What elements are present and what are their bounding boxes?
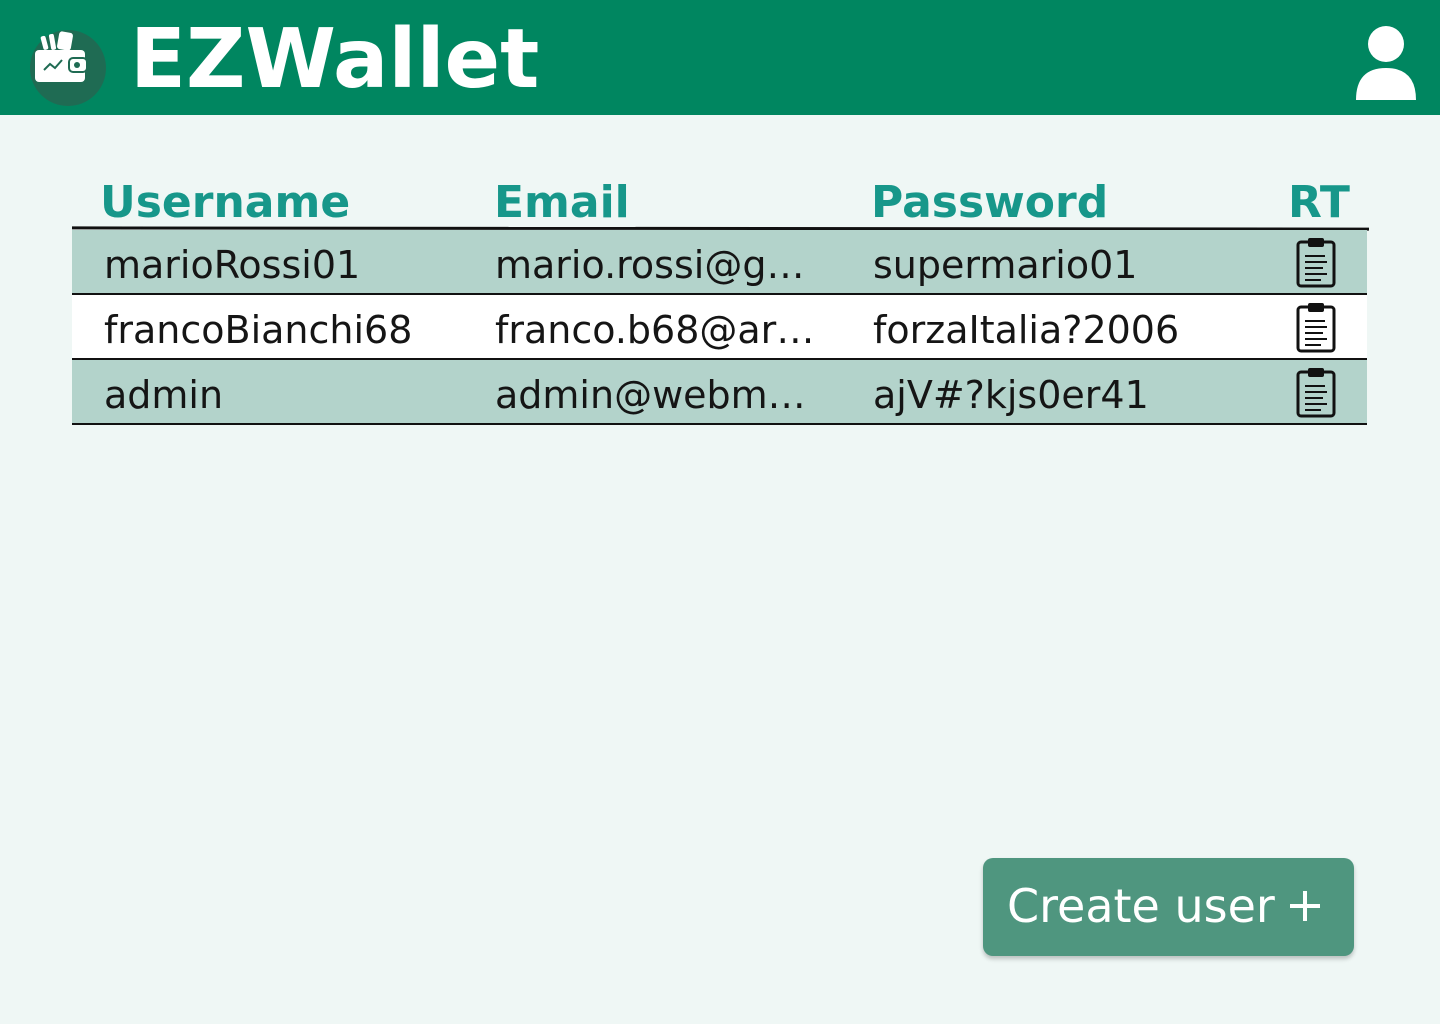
- password-cell: forzaItalia?2006: [873, 308, 1180, 352]
- clipboard-icon[interactable]: [1294, 236, 1344, 290]
- app-header: EZWallet: [0, 0, 1440, 115]
- username-cell: admin: [104, 373, 224, 417]
- clipboard-icon[interactable]: [1294, 301, 1344, 355]
- plus-icon: [1287, 888, 1323, 924]
- username-cell: francoBianchi68: [104, 308, 413, 352]
- create-user-label: Create user: [1007, 879, 1275, 933]
- users-table: Username Email Password RT marioRossi01 …: [71, 176, 1370, 425]
- user-profile-icon[interactable]: [1354, 24, 1418, 102]
- column-header-password: Password: [871, 177, 1109, 228]
- email-cell: admin@webma...: [495, 373, 825, 417]
- app-title: EZWallet: [130, 12, 540, 107]
- column-header-rt: RT: [1288, 177, 1350, 228]
- wallet-icon: [28, 26, 110, 112]
- column-header-email: Email: [494, 177, 630, 228]
- table-header: Username Email Password RT: [71, 176, 1370, 231]
- email-cell: franco.b68@aru...: [495, 308, 825, 352]
- username-cell: marioRossi01: [104, 243, 361, 287]
- password-cell: supermario01: [873, 243, 1138, 287]
- table-row[interactable]: francoBianchi68 franco.b68@aru... forzaI…: [72, 295, 1367, 360]
- table-row[interactable]: admin admin@webma... ajV#?kjs0er41: [72, 360, 1367, 425]
- column-header-username: Username: [100, 177, 351, 228]
- create-user-button[interactable]: Create user: [983, 858, 1354, 956]
- email-cell: mario.rossi@gm...: [495, 243, 825, 287]
- password-cell: ajV#?kjs0er41: [873, 373, 1149, 417]
- table-row[interactable]: marioRossi01 mario.rossi@gm... supermari…: [72, 230, 1367, 295]
- clipboard-icon[interactable]: [1294, 366, 1344, 420]
